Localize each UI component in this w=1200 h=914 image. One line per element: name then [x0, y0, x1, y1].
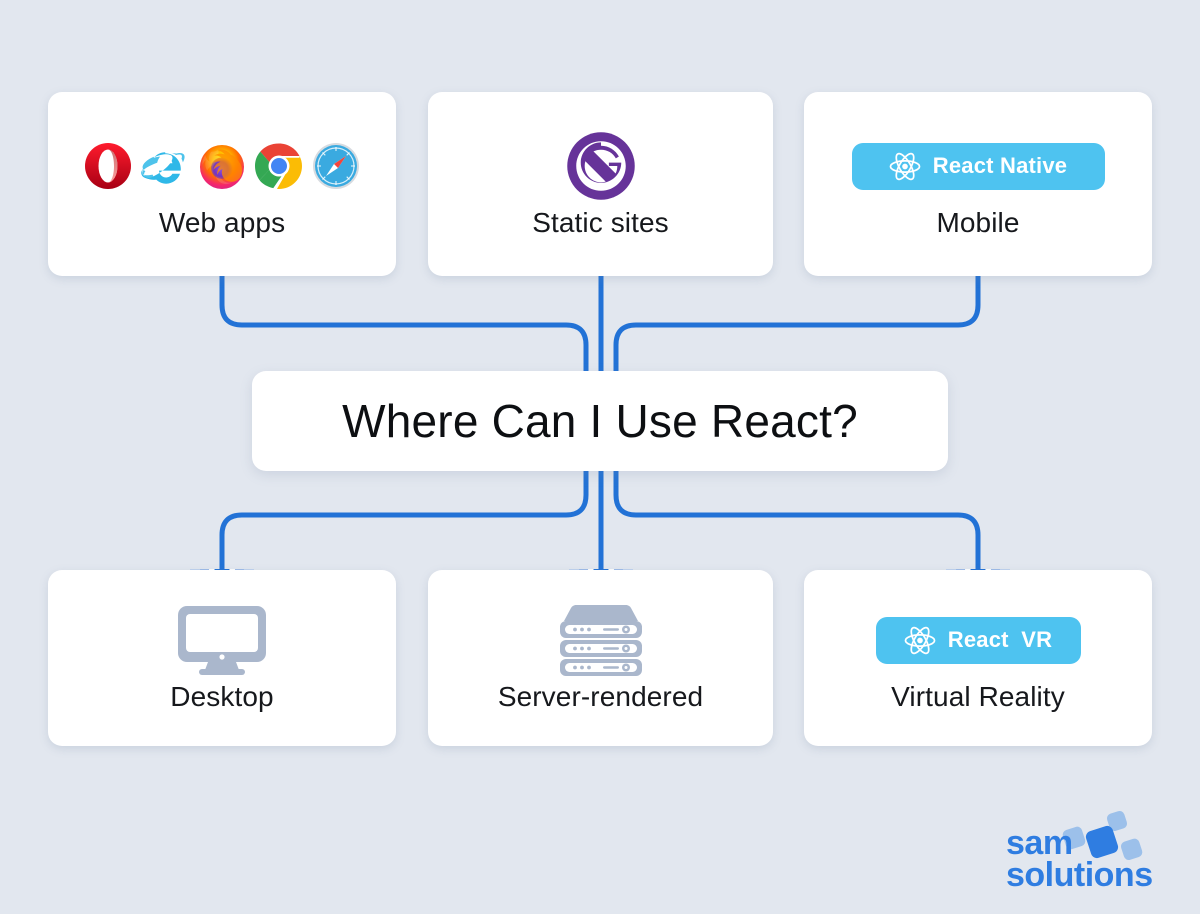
react-native-badge[interactable]: React Native	[851, 142, 1105, 190]
card-web-apps[interactable]: Web apps	[48, 92, 396, 276]
wire-center-to-vr	[613, 468, 981, 572]
card-static-sites[interactable]: Static sites	[428, 92, 773, 276]
react-native-badge-row: React Native	[851, 129, 1105, 203]
card-label-mobile: Mobile	[936, 207, 1020, 238]
sam-solutions-logo: sam solutions	[1006, 810, 1153, 894]
chrome-icon	[255, 143, 302, 189]
card-label-server-rendered: Server-rendered	[497, 681, 704, 712]
opera-icon	[85, 143, 131, 189]
card-virtual-reality[interactable]: React VR Virtual Reality	[804, 570, 1152, 746]
server-icon-row	[558, 603, 644, 677]
page-title: Where Can I Use React?	[342, 395, 858, 447]
browser-logo-row	[84, 129, 360, 203]
react-vr-badge[interactable]: React VR	[875, 616, 1081, 664]
card-label-virtual-reality: Virtual Reality	[891, 681, 1065, 712]
gatsby-icon	[566, 132, 635, 200]
wire-center-to-desktop	[219, 468, 589, 572]
logo-squares	[1062, 810, 1143, 860]
wire-web-to-center	[219, 268, 589, 374]
card-label-static-sites: Static sites	[532, 207, 669, 238]
react-native-badge-label: React Native	[932, 153, 1068, 178]
card-server-rendered[interactable]: Server-rendered	[428, 570, 773, 746]
react-atom-icon	[904, 626, 936, 654]
card-desktop[interactable]: Desktop	[48, 570, 396, 746]
center-node-card[interactable]: Where Can I Use React?	[252, 371, 948, 471]
gatsby-logo-row	[565, 129, 637, 203]
monitor-icon	[178, 606, 266, 675]
logo-text-solutions: solutions	[1006, 856, 1153, 894]
card-label-desktop: Desktop	[170, 681, 274, 712]
react-vr-badge-label: React VR	[947, 627, 1053, 652]
react-vr-badge-row: React VR	[875, 603, 1081, 677]
card-mobile[interactable]: React Native Mobile	[804, 92, 1152, 276]
monitor-icon-row	[176, 603, 268, 677]
diagram-canvas: Web apps Static sites React Native Mobil…	[0, 0, 1200, 914]
wire-mobile-to-center	[613, 268, 981, 374]
card-label-web-apps: Web apps	[158, 207, 286, 238]
react-atom-icon	[889, 152, 921, 180]
firefox-icon	[200, 145, 244, 189]
internet-explorer-icon	[141, 152, 185, 184]
safari-icon	[313, 143, 359, 189]
server-rack-icon	[559, 605, 642, 676]
